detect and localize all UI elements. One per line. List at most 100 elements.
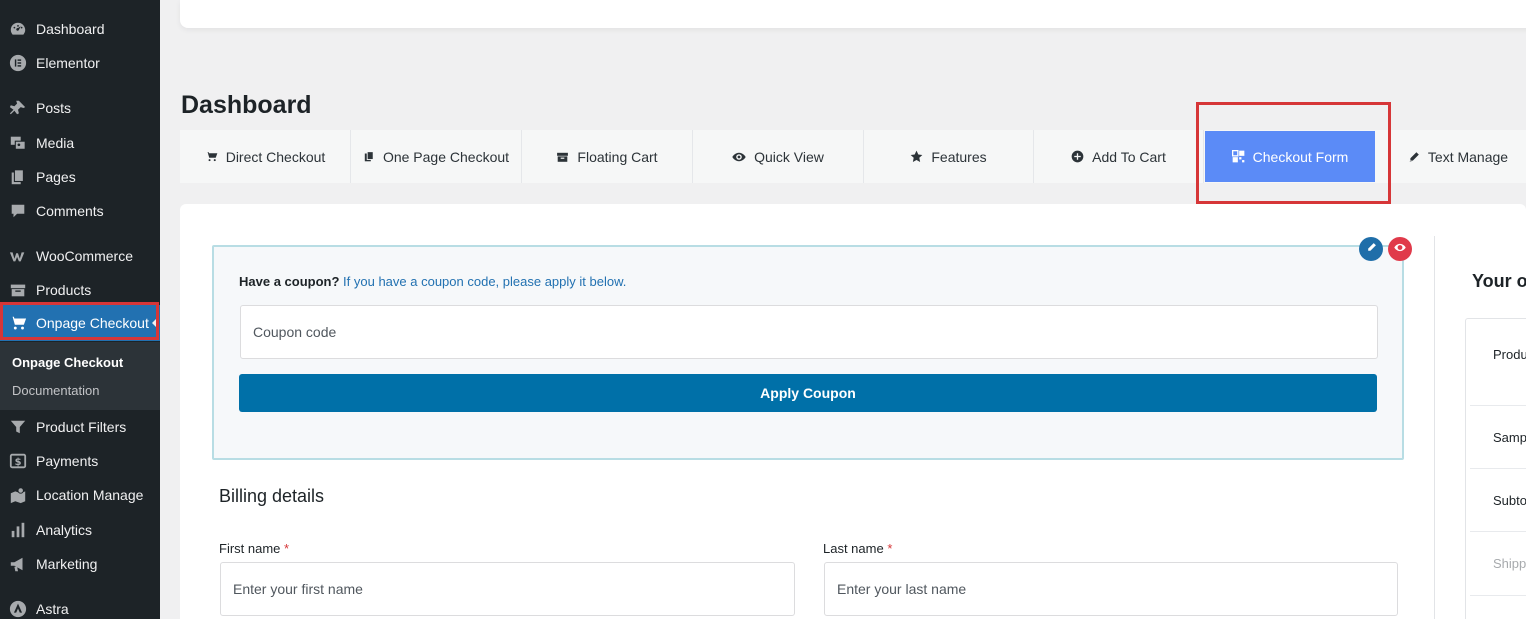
sidebar-item-label: Onpage Checkout <box>36 315 149 331</box>
sidebar-item-label: Elementor <box>36 55 100 71</box>
location-icon <box>8 485 28 505</box>
tab-bar: Direct Checkout One Page Checkout Floati… <box>180 130 1526 183</box>
sidebar-submenu: Onpage Checkout Documentation <box>0 342 160 410</box>
tab-floating-cart[interactable]: Floating Cart <box>522 130 693 183</box>
submenu-item-onpage-checkout[interactable]: Onpage Checkout <box>12 355 123 370</box>
sidebar-item-location-manage[interactable]: Location Manage <box>0 478 160 512</box>
sidebar-item-label: Pages <box>36 169 76 185</box>
order-row-shipping: Shipp <box>1493 556 1526 571</box>
sidebar-item-marketing[interactable]: Marketing <box>0 547 160 581</box>
order-row-product: Produ <box>1493 347 1526 362</box>
dashboard-icon <box>8 19 28 39</box>
pencil-icon <box>1366 242 1377 256</box>
tab-label: One Page Checkout <box>382 148 510 165</box>
last-name-input[interactable] <box>824 562 1398 616</box>
required-mark: * <box>284 541 290 556</box>
order-divider <box>1470 405 1526 406</box>
sidebar-item-label: Marketing <box>36 556 98 572</box>
sidebar-item-dashboard[interactable]: Dashboard <box>0 12 160 46</box>
grid-icon <box>1231 150 1245 163</box>
sidebar-item-astra[interactable]: Astra <box>0 592 160 619</box>
order-column-divider <box>1434 236 1435 619</box>
tab-quick-view[interactable]: Quick View <box>693 130 864 183</box>
sidebar-item-woocommerce[interactable]: WooCommerce <box>0 239 160 273</box>
sidebar-item-label: Comments <box>36 203 104 219</box>
analytics-icon <box>8 520 28 540</box>
archive-icon <box>556 151 569 163</box>
pin-icon <box>8 98 28 118</box>
sidebar-item-media[interactable]: Media <box>0 126 160 160</box>
tab-label: Direct Checkout <box>225 148 326 165</box>
tab-label: Text Manage <box>1427 148 1509 165</box>
sidebar-item-label: WooCommerce <box>36 248 133 264</box>
apply-coupon-button[interactable]: Apply Coupon <box>239 374 1377 412</box>
plus-circle-icon <box>1071 150 1084 163</box>
sidebar-item-label: Location Manage <box>36 487 144 503</box>
billing-title: Billing details <box>219 486 325 506</box>
tab-label: Floating Cart <box>577 148 658 165</box>
media-icon <box>8 133 28 153</box>
tab-label: Quick View <box>754 148 824 165</box>
filter-icon <box>8 417 28 437</box>
sidebar-item-onpage-checkout[interactable]: Onpage Checkout <box>0 305 160 341</box>
sidebar-item-posts[interactable]: Posts <box>0 91 160 125</box>
coupon-code-input[interactable] <box>240 305 1378 359</box>
sidebar-item-payments[interactable]: $ Payments <box>0 444 160 478</box>
comments-icon <box>8 201 28 221</box>
astra-icon <box>8 599 28 619</box>
sidebar-item-label: Products <box>36 282 92 298</box>
sidebar-item-label: Analytics <box>36 522 93 538</box>
tab-one-page-checkout[interactable]: One Page Checkout <box>351 130 522 183</box>
coupon-message: Have a coupon? If you have a coupon code… <box>239 274 626 289</box>
sidebar-item-product-filters[interactable]: Product Filters <box>0 410 160 444</box>
tab-checkout-form[interactable]: Checkout Form <box>1205 131 1375 182</box>
sidebar-item-elementor[interactable]: Elementor <box>0 46 160 80</box>
preview-button[interactable] <box>1388 237 1412 261</box>
coupon-link[interactable]: If you have a coupon code, please apply … <box>343 274 626 289</box>
order-divider <box>1470 468 1526 469</box>
payments-icon: $ <box>8 451 28 471</box>
sidebar-item-analytics[interactable]: Analytics <box>0 513 160 547</box>
order-row-sample: Samp <box>1493 430 1526 445</box>
last-name-label: Last name * <box>823 541 892 556</box>
order-divider <box>1470 595 1526 596</box>
tab-label: Checkout Form <box>1252 148 1349 165</box>
sidebar-item-comments[interactable]: Comments <box>0 194 160 228</box>
star-icon <box>910 150 923 163</box>
tab-label: Add To Cart <box>1092 148 1166 165</box>
pages-icon <box>8 167 28 187</box>
pencil-icon <box>1408 151 1420 163</box>
tab-label: Features <box>931 148 987 165</box>
edit-button[interactable] <box>1359 237 1383 261</box>
order-title: Your o <box>1472 271 1526 291</box>
sidebar-item-label: Payments <box>36 453 99 469</box>
current-menu-arrow <box>152 317 158 329</box>
sidebar-item-products[interactable]: Products <box>0 273 160 307</box>
sidebar-item-label: Product Filters <box>36 419 127 435</box>
cart-icon <box>205 150 218 163</box>
tab-direct-checkout[interactable]: Direct Checkout <box>180 130 351 183</box>
sidebar-item-label: Dashboard <box>36 21 105 37</box>
submenu-item-documentation[interactable]: Documentation <box>12 383 99 398</box>
elementor-icon <box>8 53 28 73</box>
page-title: Dashboard <box>181 91 312 119</box>
first-name-input[interactable] <box>220 562 795 616</box>
tab-text-manage[interactable]: Text Manage <box>1390 130 1526 183</box>
woocommerce-icon <box>8 246 28 266</box>
svg-text:$: $ <box>15 457 22 468</box>
eye-icon <box>732 151 746 163</box>
eye-icon <box>1394 243 1406 255</box>
first-name-label: First name * <box>219 541 289 556</box>
sidebar-item-label: Media <box>36 135 75 151</box>
required-mark: * <box>887 541 893 556</box>
sidebar-item-label: Posts <box>36 100 72 116</box>
top-card <box>180 0 1526 28</box>
admin-sidebar: Dashboard Elementor Posts Media Pages Co… <box>0 0 160 619</box>
tab-add-to-cart[interactable]: Add To Cart <box>1034 130 1204 183</box>
coupon-prompt: Have a coupon? <box>239 274 340 289</box>
order-divider <box>1470 531 1526 532</box>
tab-features[interactable]: Features <box>864 130 1034 183</box>
sidebar-item-label: Astra <box>36 601 69 617</box>
sidebar-item-pages[interactable]: Pages <box>0 160 160 194</box>
first-name-label-text: First name <box>219 541 281 556</box>
